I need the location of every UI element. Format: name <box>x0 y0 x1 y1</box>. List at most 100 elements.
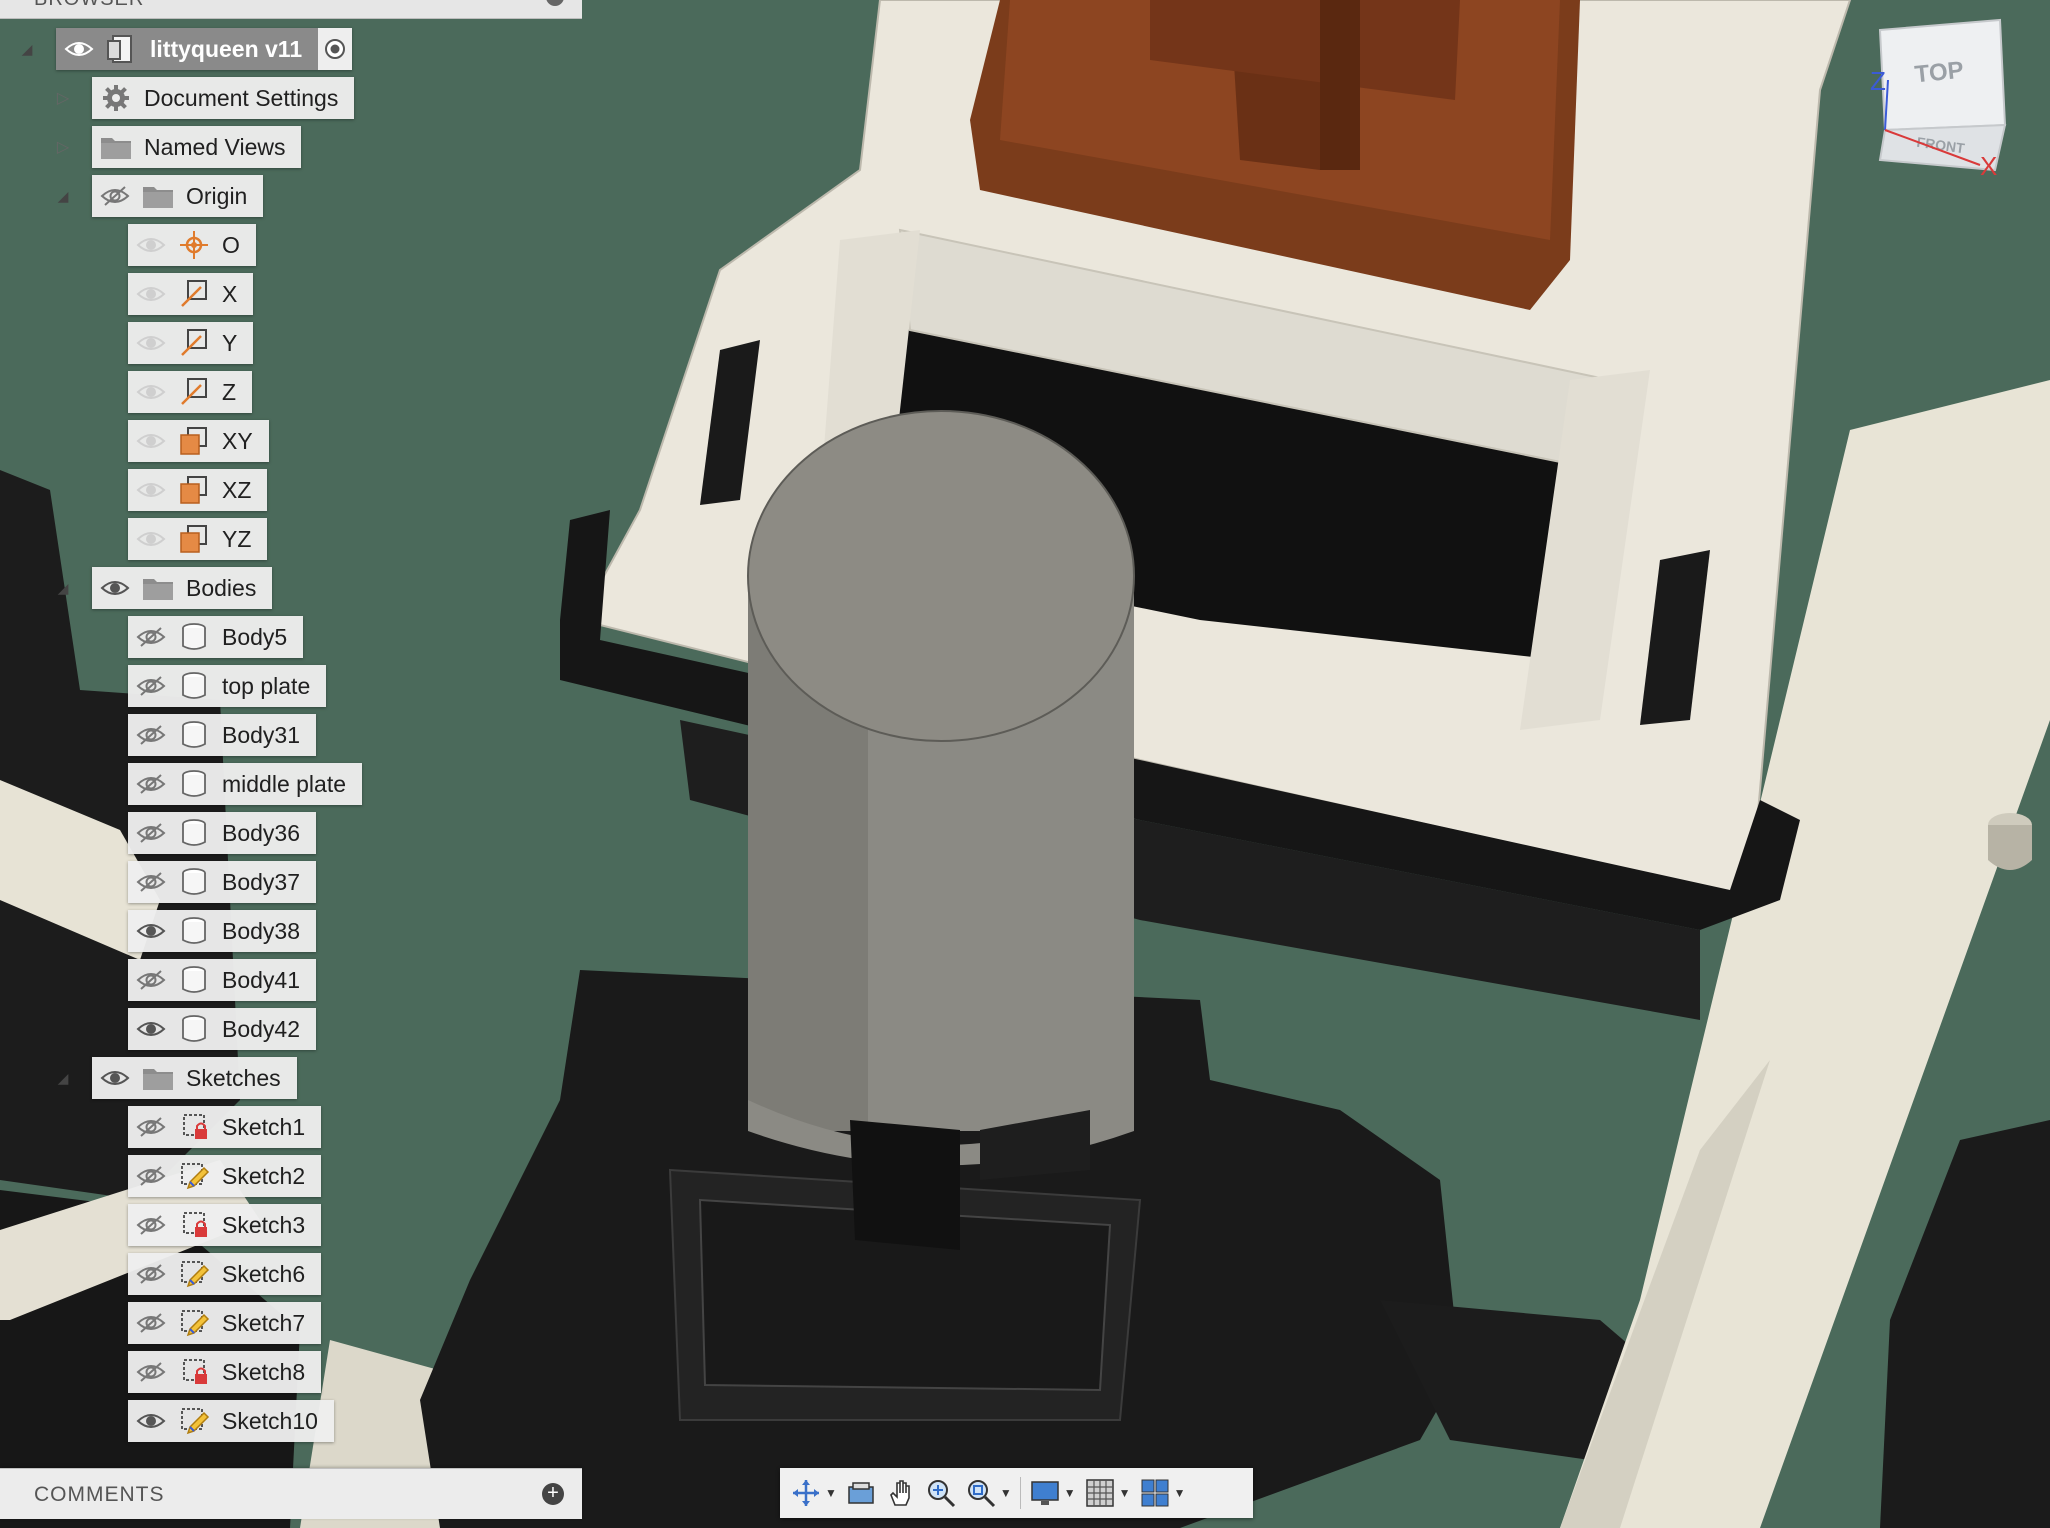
origin-item-node[interactable]: O <box>128 224 256 266</box>
origin-item-xy[interactable]: XY <box>0 420 600 462</box>
sketch-item-sketch7[interactable]: Sketch7 <box>0 1302 600 1344</box>
look-at-button[interactable] <box>841 1471 881 1515</box>
body-node[interactable]: Body31 <box>128 714 317 756</box>
sketch-item-sketch10[interactable]: Sketch10 <box>0 1400 600 1442</box>
fit-button[interactable]: ▼ <box>961 1471 1016 1515</box>
origin-item-node[interactable]: X <box>128 273 254 315</box>
collapse-arrow-icon[interactable]: ◢ <box>50 575 76 601</box>
origin-item-node[interactable]: YZ <box>128 518 268 560</box>
origin-item-y[interactable]: Y <box>0 322 600 364</box>
orbit-button[interactable]: ▼ <box>786 1471 841 1515</box>
visibility-off-icon[interactable] <box>128 1155 174 1197</box>
tree-item-named-views[interactable]: ▷ Named Views <box>0 126 600 168</box>
add-comment-icon[interactable]: + <box>542 1483 564 1505</box>
visibility-off-icon[interactable] <box>128 714 174 756</box>
visibility-off-icon[interactable] <box>128 1351 174 1393</box>
sketches-folder-node[interactable]: Sketches <box>92 1057 297 1099</box>
sketch-node[interactable]: Sketch6 <box>128 1253 322 1295</box>
visibility-off-icon[interactable] <box>128 665 174 707</box>
sketch-node[interactable]: Sketch7 <box>128 1302 322 1344</box>
sketch-node[interactable]: Sketch8 <box>128 1351 322 1393</box>
tree-root[interactable]: ◢ littyqueen v11 <box>0 28 600 70</box>
visibility-off-icon[interactable] <box>92 175 138 217</box>
visibility-icon[interactable] <box>56 28 102 70</box>
body-item-top-plate[interactable]: top plate <box>0 665 600 707</box>
visibility-off-icon[interactable] <box>128 1106 174 1148</box>
pan-button[interactable] <box>881 1471 921 1515</box>
body-item-body38[interactable]: Body38 <box>0 910 600 952</box>
visibility-icon[interactable] <box>128 322 174 364</box>
body-item-body36[interactable]: Body36 <box>0 812 600 854</box>
visibility-icon[interactable] <box>128 420 174 462</box>
sketch-node[interactable]: Sketch3 <box>128 1204 322 1246</box>
view-cube[interactable]: TOP FRONT Z X <box>1830 10 2050 200</box>
grid-button[interactable]: ▼ <box>1080 1471 1135 1515</box>
origin-item-yz[interactable]: YZ <box>0 518 600 560</box>
body-item-body42[interactable]: Body42 <box>0 1008 600 1050</box>
body-node[interactable]: middle plate <box>128 763 363 805</box>
collapse-arrow-icon[interactable]: ◢ <box>14 36 40 62</box>
viewports-button[interactable]: ▼ <box>1135 1471 1190 1515</box>
sketch-item-sketch2[interactable]: Sketch2 <box>0 1155 600 1197</box>
tree-item-sketches[interactable]: ◢ Sketches <box>0 1057 600 1099</box>
body-node[interactable]: Body38 <box>128 910 317 952</box>
display-settings-button[interactable]: ▼ <box>1025 1471 1080 1515</box>
tree-item-origin[interactable]: ◢ Origin <box>0 175 600 217</box>
visibility-icon[interactable] <box>92 1057 138 1099</box>
visibility-icon[interactable] <box>128 224 174 266</box>
sketch-item-sketch3[interactable]: Sketch3 <box>0 1204 600 1246</box>
collapse-arrow-icon[interactable]: ◢ <box>50 1065 76 1091</box>
body-node[interactable]: Body42 <box>128 1008 317 1050</box>
origin-item-node[interactable]: Y <box>128 322 254 364</box>
comments-panel[interactable]: COMMENTS + <box>0 1468 582 1519</box>
tree-item-document-settings[interactable]: ▷ Document Settings <box>0 77 600 119</box>
visibility-off-icon[interactable] <box>128 861 174 903</box>
body-item-body5[interactable]: Body5 <box>0 616 600 658</box>
body-node[interactable]: top plate <box>128 665 327 707</box>
visibility-icon[interactable] <box>128 469 174 511</box>
body-item-body37[interactable]: Body37 <box>0 861 600 903</box>
origin-item-x[interactable]: X <box>0 273 600 315</box>
sketch-item-sketch6[interactable]: Sketch6 <box>0 1253 600 1295</box>
root-component[interactable]: littyqueen v11 <box>56 28 353 70</box>
visibility-off-icon[interactable] <box>128 616 174 658</box>
visibility-off-icon[interactable] <box>128 1204 174 1246</box>
visibility-icon[interactable] <box>128 518 174 560</box>
body-node[interactable]: Body5 <box>128 616 304 658</box>
collapse-arrow-icon[interactable]: ◢ <box>50 183 76 209</box>
visibility-off-icon[interactable] <box>128 1302 174 1344</box>
sketch-node[interactable]: Sketch1 <box>128 1106 322 1148</box>
body-item-body31[interactable]: Body31 <box>0 714 600 756</box>
origin-item-z[interactable]: Z <box>0 371 600 413</box>
visibility-icon[interactable] <box>128 273 174 315</box>
visibility-icon[interactable] <box>128 910 174 952</box>
sketch-item-sketch8[interactable]: Sketch8 <box>0 1351 600 1393</box>
body-item-middle-plate[interactable]: middle plate <box>0 763 600 805</box>
sketch-item-sketch1[interactable]: Sketch1 <box>0 1106 600 1148</box>
visibility-off-icon[interactable] <box>128 763 174 805</box>
body-item-body41[interactable]: Body41 <box>0 959 600 1001</box>
visibility-icon[interactable] <box>92 567 138 609</box>
origin-item-node[interactable]: XY <box>128 420 269 462</box>
named-views-node[interactable]: Named Views <box>92 126 302 168</box>
origin-item-node[interactable]: Z <box>128 371 253 413</box>
visibility-icon[interactable] <box>128 371 174 413</box>
origin-folder-node[interactable]: Origin <box>92 175 264 217</box>
origin-item-o[interactable]: O <box>0 224 600 266</box>
visibility-icon[interactable] <box>128 1400 174 1442</box>
visibility-off-icon[interactable] <box>128 959 174 1001</box>
zoom-button[interactable] <box>921 1471 961 1515</box>
body-node[interactable]: Body41 <box>128 959 317 1001</box>
bodies-folder-node[interactable]: Bodies <box>92 567 273 609</box>
visibility-off-icon[interactable] <box>128 812 174 854</box>
body-node[interactable]: Body36 <box>128 812 317 854</box>
expand-arrow-icon[interactable]: ▷ <box>50 85 76 111</box>
visibility-icon[interactable] <box>128 1008 174 1050</box>
origin-item-node[interactable]: XZ <box>128 469 268 511</box>
sketch-node[interactable]: Sketch10 <box>128 1400 334 1442</box>
document-settings-node[interactable]: Document Settings <box>92 77 355 119</box>
activate-radio-icon[interactable] <box>318 28 353 70</box>
body-node[interactable]: Body37 <box>128 861 317 903</box>
expand-arrow-icon[interactable]: ▷ <box>50 134 76 160</box>
origin-item-xz[interactable]: XZ <box>0 469 600 511</box>
